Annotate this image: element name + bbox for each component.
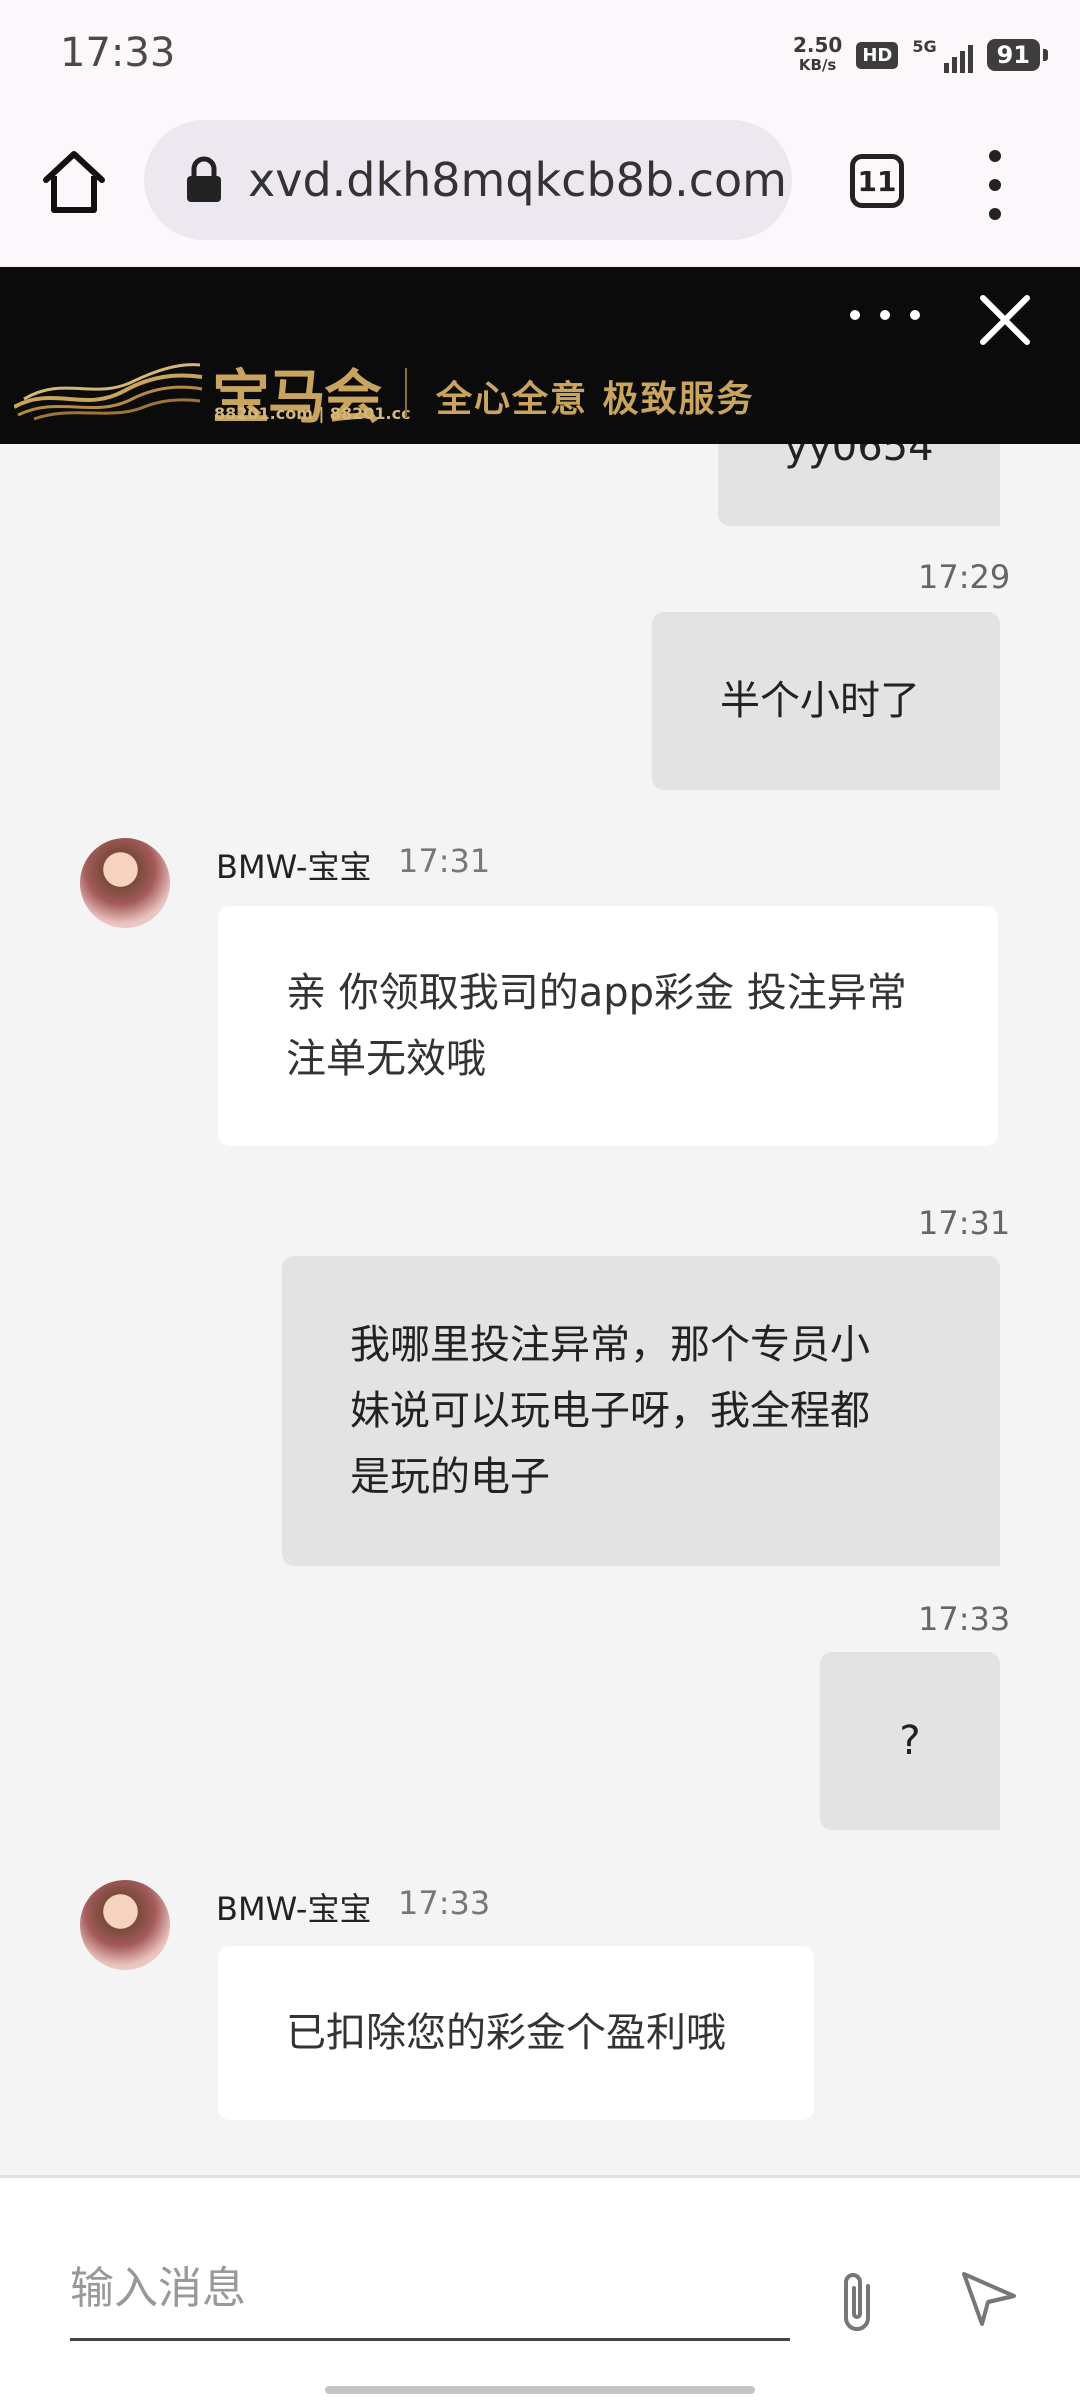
home-icon[interactable] [38, 146, 110, 218]
message-time: 17:33 [918, 1600, 1011, 1638]
sender-name: BMW-宝宝 [216, 848, 372, 886]
message-bubble-incoming: 亲 你领取我司的app彩金 投注异常 注单无效哦 [218, 906, 998, 1146]
more-icon[interactable] [850, 295, 920, 335]
banner-divider [405, 368, 407, 418]
network-speed: 2.50 KB/s [792, 33, 843, 74]
message-bubble-outgoing: yy0654 [718, 444, 1000, 526]
address-bar[interactable]: xvd.dkh8mqkcb8b.com [144, 120, 792, 240]
hd-icon: HD [856, 41, 899, 69]
message-bubble-outgoing: 我哪里投注异常，那个专员小 妹说可以玩电子呀，我全程都 是玩的电子 [282, 1256, 1000, 1566]
message-input[interactable] [70, 2238, 790, 2341]
message-bubble-outgoing: ? [820, 1652, 1000, 1830]
brand-sites: 88201.com | 88201.cc [214, 404, 411, 423]
status-time: 17:33 [60, 30, 176, 76]
battery-icon: 91 [986, 39, 1049, 71]
avatar[interactable] [80, 838, 170, 928]
message-time: 17:29 [918, 558, 1011, 596]
message-time: 17:31 [918, 1204, 1011, 1242]
send-icon[interactable] [960, 2270, 1018, 2328]
home-indicator[interactable] [325, 2386, 755, 2394]
message-time: 17:33 [398, 1884, 491, 1922]
brand-slogan: 全心全意 极致服务 [436, 379, 755, 420]
signal-icon: 5G [912, 37, 973, 73]
chat-messages[interactable]: yy0654 17:29 半个小时了 BMW-宝宝 17:31 亲 你领取我司的… [0, 444, 1080, 2175]
browser-menu-icon[interactable] [980, 150, 1010, 220]
status-bar: 17:33 2.50 KB/s HD 5G 91 [0, 0, 1080, 110]
message-time: 17:31 [398, 842, 491, 880]
close-icon[interactable] [975, 290, 1035, 350]
attachment-icon[interactable] [832, 2268, 882, 2338]
brand-logo-icon [14, 363, 203, 421]
avatar[interactable] [80, 1880, 170, 1970]
tab-switcher-button[interactable]: 11 [850, 154, 904, 208]
message-composer [0, 2175, 1080, 2403]
sender-name: BMW-宝宝 [216, 1890, 372, 1928]
browser-toolbar: xvd.dkh8mqkcb8b.com 11 [0, 110, 1080, 265]
message-bubble-incoming: 已扣除您的彩金个盈利哦 [218, 1946, 814, 2120]
lock-icon [187, 156, 221, 202]
url-text: xvd.dkh8mqkcb8b.com [248, 153, 787, 207]
message-bubble-outgoing: 半个小时了 [652, 612, 1000, 790]
status-icons: 2.50 KB/s HD 5G 91 [792, 30, 1049, 80]
